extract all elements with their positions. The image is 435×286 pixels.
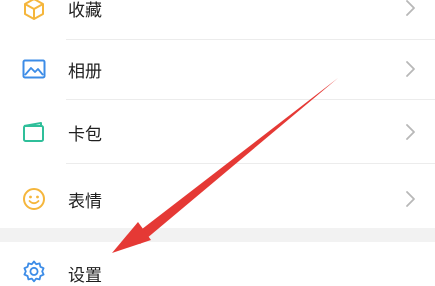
card-wallet-icon: [21, 119, 47, 145]
chevron-right-icon: [404, 189, 418, 209]
favorites-cube-icon: [21, 0, 47, 22]
me-menu-list: 收藏 相册 卡包 表情 设置: [0, 0, 435, 286]
menu-item-label: 相册: [68, 62, 102, 82]
album-picture-icon: [21, 56, 47, 82]
settings-gear-icon: [21, 259, 47, 285]
menu-item-favorites[interactable]: 收藏: [0, 0, 435, 36]
chevron-right-icon: [404, 0, 418, 18]
menu-item-emoji[interactable]: 表情: [0, 164, 435, 228]
menu-item-label: 卡包: [68, 125, 102, 145]
menu-item-settings[interactable]: 设置: [0, 242, 435, 286]
menu-item-label: 表情: [68, 192, 102, 212]
emoji-smile-icon: [21, 186, 47, 212]
section-gap: [0, 228, 435, 242]
menu-item-album[interactable]: 相册: [0, 40, 435, 98]
menu-item-card-wallet[interactable]: 卡包: [0, 100, 435, 162]
chevron-right-icon: [404, 59, 418, 79]
menu-item-label: 收藏: [68, 1, 102, 21]
chevron-right-icon: [404, 122, 418, 142]
menu-item-label: 设置: [68, 266, 102, 286]
